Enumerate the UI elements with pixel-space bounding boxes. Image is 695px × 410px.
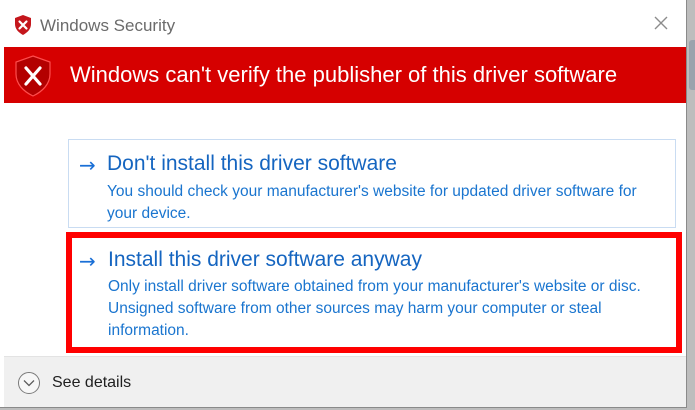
close-icon[interactable] xyxy=(649,11,673,35)
screen-background: Windows Security Windows can't verify th… xyxy=(0,0,695,410)
dont-install-option[interactable]: → Don't install this driver software You… xyxy=(68,139,676,228)
install-anyway-description: Only install driver software obtained fr… xyxy=(108,278,641,339)
warning-header: Windows can't verify the publisher of th… xyxy=(4,47,686,103)
arrow-right-icon: → xyxy=(79,249,96,273)
windows-security-shield-icon xyxy=(14,15,32,35)
dialog-footer: See details xyxy=(4,356,686,407)
arrow-right-icon: → xyxy=(79,153,96,177)
window-title: Windows Security xyxy=(40,16,176,35)
install-anyway-option[interactable]: → Install this driver software anyway On… xyxy=(66,232,682,353)
dont-install-description: You should check your manufacturer's web… xyxy=(107,183,637,222)
see-details-label: See details xyxy=(52,374,132,391)
security-dialog: Windows Security Windows can't verify th… xyxy=(0,0,687,408)
title-bar: Windows Security xyxy=(0,0,686,46)
chevron-down-icon xyxy=(18,372,40,394)
warning-message: Windows can't verify the publisher of th… xyxy=(70,62,618,87)
error-shield-icon xyxy=(14,55,52,97)
background-window-edge xyxy=(689,40,695,90)
dont-install-title: Don't install this driver software xyxy=(107,152,397,175)
see-details-button[interactable]: See details xyxy=(18,371,131,395)
install-anyway-title: Install this driver software anyway xyxy=(108,248,422,271)
